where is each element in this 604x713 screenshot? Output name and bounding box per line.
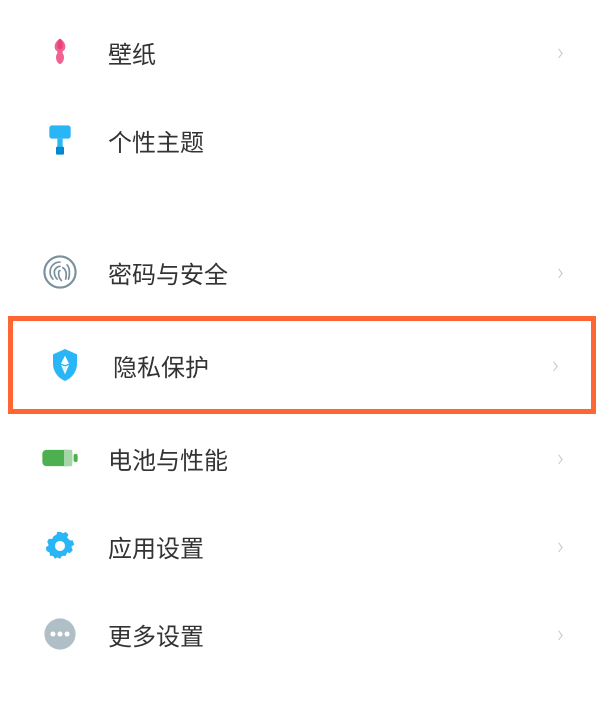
privacy-label: 隐私保护 xyxy=(113,348,552,383)
settings-item-app-settings[interactable]: 应用设置 › xyxy=(0,502,604,590)
chevron-right-icon: › xyxy=(557,258,564,286)
chevron-right-icon: › xyxy=(557,532,564,560)
settings-item-wallpaper[interactable]: 壁纸 › xyxy=(0,8,604,96)
password-security-label: 密码与安全 xyxy=(108,255,557,290)
settings-item-more-settings[interactable]: 更多设置 › xyxy=(0,590,604,678)
settings-item-themes[interactable]: 个性主题 xyxy=(0,96,604,184)
more-settings-label: 更多设置 xyxy=(108,617,557,652)
fingerprint-icon xyxy=(40,252,80,292)
battery-label: 电池与性能 xyxy=(108,441,557,476)
chevron-right-icon: › xyxy=(552,351,559,379)
chevron-right-icon: › xyxy=(557,444,564,472)
gear-icon xyxy=(40,526,80,566)
chevron-right-icon: › xyxy=(557,620,564,648)
battery-icon xyxy=(40,438,80,478)
chevron-right-icon: › xyxy=(557,38,564,66)
wallpaper-label: 壁纸 xyxy=(108,35,557,70)
brush-icon xyxy=(40,120,80,160)
settings-item-battery[interactable]: 电池与性能 › xyxy=(0,414,604,502)
more-icon xyxy=(40,614,80,654)
settings-item-privacy[interactable]: 隐私保护 › xyxy=(8,316,596,414)
section-divider xyxy=(0,196,604,216)
settings-list: 壁纸 › 个性主题 密码与安全 › xyxy=(0,0,604,678)
themes-label: 个性主题 xyxy=(108,123,564,158)
tulip-icon xyxy=(40,32,80,72)
shield-icon xyxy=(45,345,85,385)
app-settings-label: 应用设置 xyxy=(108,529,557,564)
settings-item-password-security[interactable]: 密码与安全 › xyxy=(0,228,604,316)
